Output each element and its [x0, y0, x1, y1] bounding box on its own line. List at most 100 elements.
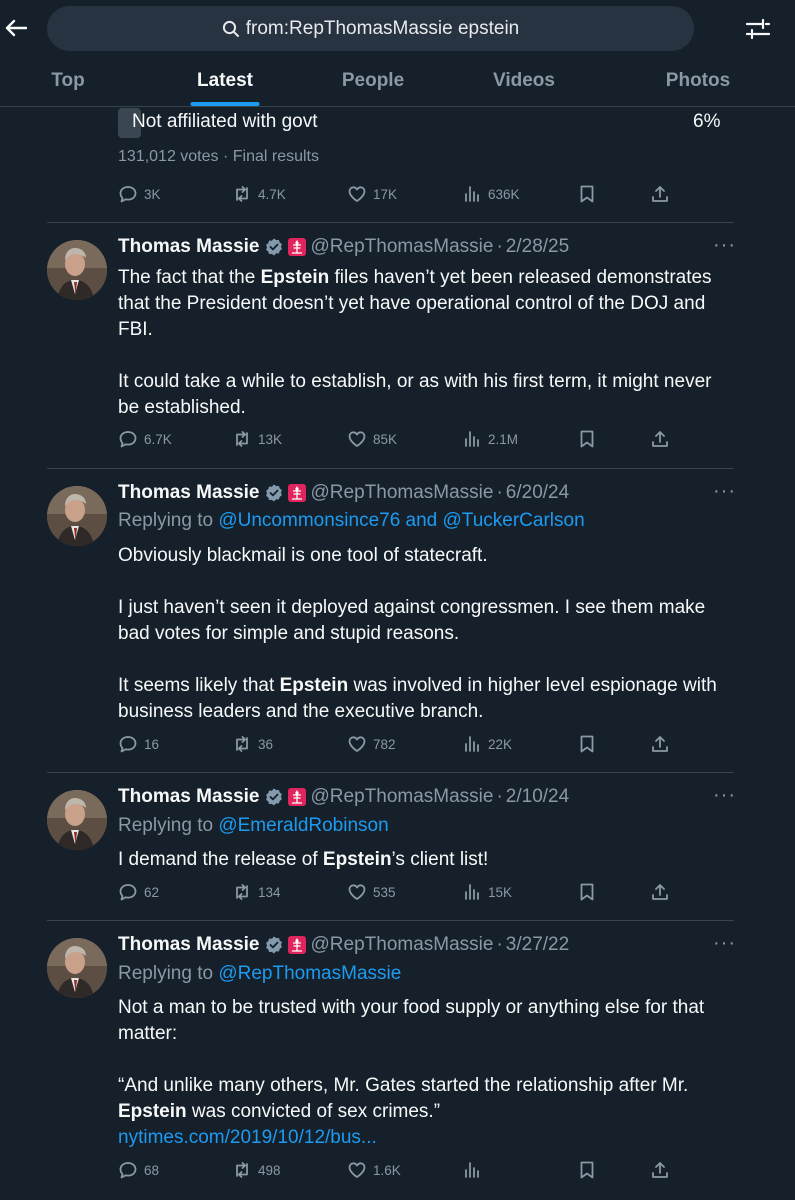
author-handle[interactable]: @RepThomasMassie — [311, 786, 494, 808]
author-name[interactable]: Thomas Massie — [118, 482, 260, 504]
separator-dot: · — [496, 934, 503, 955]
tweet-text-line — [118, 1047, 728, 1073]
tab-latest[interactable]: Latest — [180, 62, 270, 106]
tweet-text-line: The fact that the Epstein files haven’t … — [118, 265, 728, 291]
government-affiliation-icon[interactable] — [287, 483, 307, 503]
more-options-button[interactable]: ··· — [713, 234, 736, 257]
tweet-text-line: It seems likely that Epstein was involve… — [118, 673, 728, 699]
tab-videos[interactable]: Videos — [482, 62, 566, 106]
tweet-actions: 62 134 535 15K — [118, 882, 678, 906]
author-name[interactable]: Thomas Massie — [118, 786, 260, 808]
government-affiliation-icon[interactable] — [287, 237, 307, 257]
repost-button[interactable]: 498 — [232, 1160, 281, 1180]
like-button[interactable]: 17K — [347, 184, 397, 204]
bookmark-button[interactable] — [577, 734, 597, 754]
poll-meta: 131,012 votes · Final results — [118, 148, 319, 165]
verified-badge-icon[interactable] — [264, 935, 284, 955]
avatar[interactable] — [47, 240, 107, 300]
bookmark-button[interactable] — [577, 882, 597, 902]
repost-button[interactable]: 36 — [232, 734, 273, 754]
poll-option-label: Not affiliated with govt — [132, 111, 318, 132]
tweet-text-line: I demand the release of Epstein’s client… — [118, 847, 728, 873]
share-button[interactable] — [650, 734, 670, 754]
tweet-date[interactable]: 3/27/22 — [506, 934, 569, 956]
replying-to-link[interactable]: @Uncommonsince76 and @TuckerCarlson — [218, 510, 584, 531]
more-options-button[interactable]: ··· — [713, 932, 736, 955]
like-count: 1.6K — [373, 1162, 401, 1178]
reply-button[interactable]: 68 — [118, 1160, 159, 1180]
heart-icon — [348, 186, 366, 202]
share-button[interactable] — [650, 429, 670, 449]
views-chart-icon — [465, 884, 479, 900]
tweet-date[interactable]: 2/28/25 — [506, 236, 569, 258]
reply-button[interactable]: 62 — [118, 882, 159, 902]
repost-button[interactable]: 134 — [232, 882, 281, 902]
verified-badge-icon[interactable] — [264, 483, 284, 503]
reply-button[interactable]: 16 — [118, 734, 159, 754]
views-button[interactable]: 636K — [462, 184, 520, 204]
heart-icon — [348, 431, 366, 447]
tab-photos[interactable]: Photos — [657, 62, 739, 106]
tweet-text-line: be established. — [118, 397, 246, 418]
tab-people[interactable]: People — [330, 62, 416, 106]
like-button[interactable]: 85K — [347, 429, 397, 449]
replying-to-link[interactable]: @EmeraldRobinson — [218, 815, 388, 836]
views-button[interactable] — [462, 1160, 488, 1180]
active-tab-indicator — [190, 102, 260, 106]
share-button[interactable] — [650, 184, 670, 204]
tweet-text: Obviously blackmail is one tool of state… — [118, 543, 728, 725]
repost-button[interactable]: 13K — [232, 429, 282, 449]
author-name[interactable]: Thomas Massie — [118, 236, 260, 258]
share-button[interactable] — [650, 882, 670, 902]
verified-badge-icon[interactable] — [264, 237, 284, 257]
share-icon — [652, 884, 668, 900]
replying-to: Replying to @EmeraldRobinson — [118, 815, 389, 837]
more-options-button[interactable]: ··· — [713, 480, 736, 503]
avatar[interactable] — [47, 938, 107, 998]
repost-icon — [236, 736, 248, 752]
bookmark-button[interactable] — [577, 1160, 597, 1180]
bookmark-button[interactable] — [577, 184, 597, 204]
repost-button[interactable]: 4.7K — [232, 184, 286, 204]
repost-count: 498 — [258, 1162, 281, 1178]
author-name[interactable]: Thomas Massie — [118, 934, 260, 956]
more-options-button[interactable]: ··· — [713, 784, 736, 807]
text-segment: ’s client list! — [391, 849, 489, 870]
bookmark-icon — [580, 430, 594, 448]
government-affiliation-icon[interactable] — [287, 935, 307, 955]
filter-settings-button[interactable] — [744, 16, 772, 42]
views-button[interactable]: 2.1M — [462, 429, 518, 449]
avatar[interactable] — [47, 790, 107, 850]
government-affiliation-icon[interactable] — [287, 787, 307, 807]
like-button[interactable]: 782 — [347, 734, 396, 754]
tweet-text-line: Obviously blackmail is one tool of state… — [118, 545, 488, 566]
tweet-header: Thomas Massie @RepThomasMassie · 2/10/24 — [118, 786, 569, 808]
like-button[interactable]: 535 — [347, 882, 396, 902]
avatar[interactable] — [47, 486, 107, 546]
views-chart-icon — [465, 1162, 479, 1178]
reply-button[interactable]: 6.7K — [118, 429, 172, 449]
tweet-date[interactable]: 2/10/24 — [506, 786, 569, 808]
verified-badge-icon[interactable] — [264, 787, 284, 807]
author-handle[interactable]: @RepThomasMassie — [311, 236, 494, 258]
share-button[interactable] — [650, 1160, 670, 1180]
tweet-actions: 16 36 782 22K — [118, 734, 678, 758]
like-count: 85K — [373, 431, 398, 447]
tweet-date[interactable]: 6/20/24 — [506, 482, 569, 504]
tweet-text-line: I just haven’t seen it deployed against … — [118, 597, 706, 618]
like-button[interactable]: 1.6K — [347, 1160, 401, 1180]
tweet-text-line: bad votes for simple and stupid reasons. — [118, 623, 460, 644]
author-handle[interactable]: @RepThomasMassie — [311, 934, 494, 956]
tweet-link[interactable]: nytimes.com/2019/10/12/bus... — [118, 1125, 728, 1151]
author-handle[interactable]: @RepThomasMassie — [311, 482, 494, 504]
search-input[interactable]: from:RepThomasMassie epstein — [47, 6, 694, 51]
replying-prefix: Replying to — [118, 510, 219, 531]
replying-to-link[interactable]: @RepThomasMassie — [218, 963, 401, 984]
views-button[interactable]: 15K — [462, 882, 512, 902]
reply-button[interactable]: 3K — [118, 184, 161, 204]
tweet-header: Thomas Massie @RepThomasMassie · 3/27/22 — [118, 934, 569, 956]
back-button[interactable] — [2, 14, 30, 42]
views-button[interactable]: 22K — [462, 734, 512, 754]
tab-top[interactable]: Top — [38, 62, 98, 106]
bookmark-button[interactable] — [577, 429, 597, 449]
